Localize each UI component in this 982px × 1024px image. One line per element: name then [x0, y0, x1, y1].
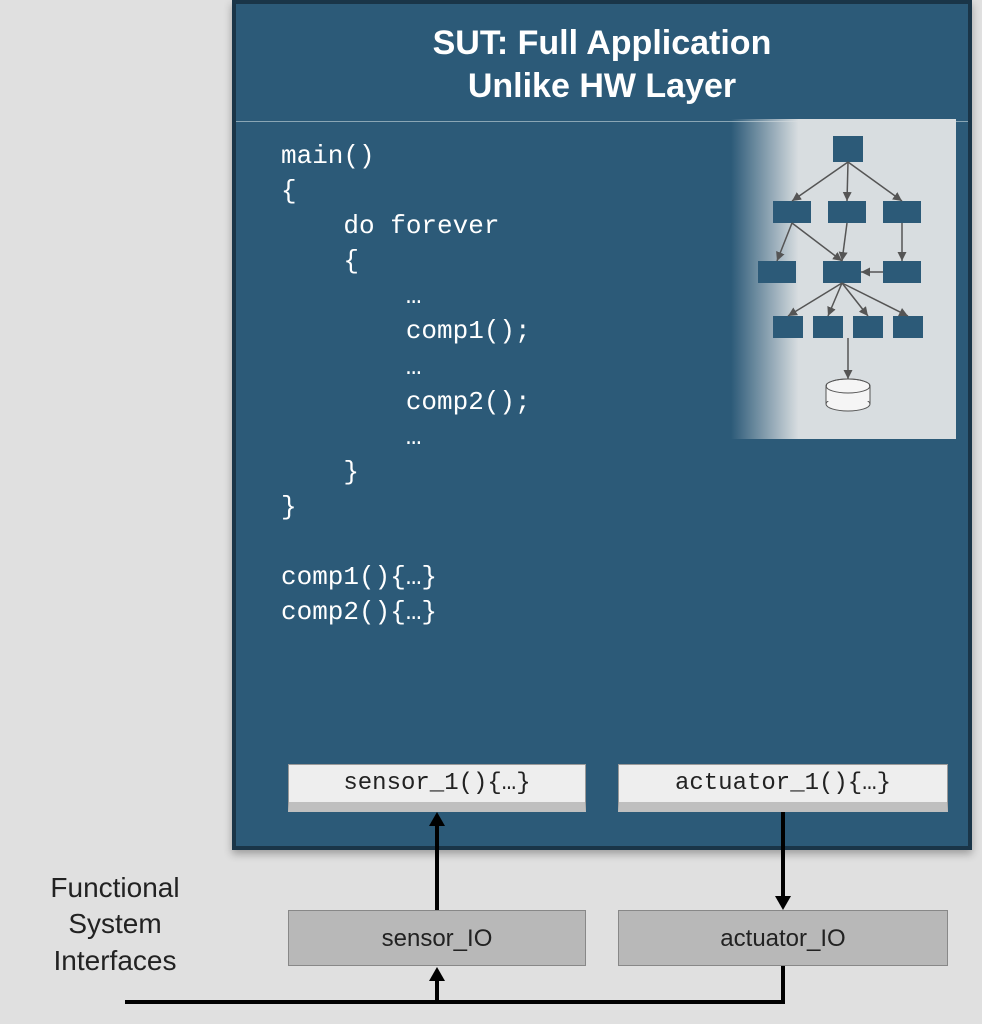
interface-to-actuator-line — [781, 966, 785, 1004]
actuator-function-box: actuator_1(){…} — [618, 764, 948, 812]
title-line-1: SUT: Full Application — [433, 24, 772, 62]
arrow-sensor-up-head — [429, 812, 445, 826]
side-label-line-1: Functional — [50, 872, 179, 903]
side-label-line-2: System — [68, 908, 161, 939]
flowchart-graphic — [743, 131, 943, 431]
code-block: main() { do forever { … comp1(); … comp2… — [281, 139, 531, 630]
outer-panel: SUT: Full Application Unlike HW Layer ma… — [0, 0, 982, 1024]
arrow-actuator-down-head — [775, 896, 791, 910]
functional-interfaces-label: Functional System Interfaces — [10, 870, 220, 979]
side-label-line-3: Interfaces — [54, 945, 177, 976]
sut-title: SUT: Full Application Unlike HW Layer — [236, 4, 968, 122]
sensor-function-box: sensor_1(){…} — [288, 764, 586, 812]
actuator-io-box: actuator_IO — [618, 910, 948, 966]
arrow-actuator-down-line — [781, 812, 785, 897]
interface-to-sensor-head — [429, 967, 445, 981]
sensor-io-box: sensor_IO — [288, 910, 586, 966]
interface-to-sensor-line — [435, 980, 439, 1004]
flowchart-inset — [731, 119, 956, 439]
arrow-sensor-up-line — [435, 825, 439, 910]
interface-bus-line — [125, 1000, 785, 1004]
title-line-2: Unlike HW Layer — [468, 67, 736, 105]
sut-container: SUT: Full Application Unlike HW Layer ma… — [232, 0, 972, 850]
